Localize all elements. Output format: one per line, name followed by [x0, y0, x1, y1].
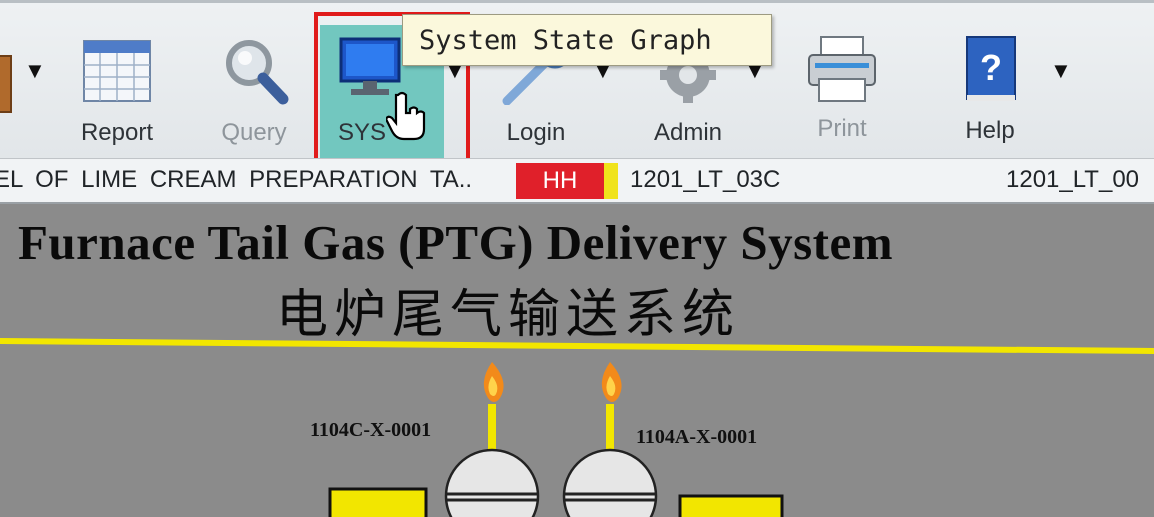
- alarm-tag: 1201_LT_03C: [630, 166, 781, 193]
- alarm-next-tag: 1201_LT_00: [1006, 166, 1140, 193]
- vessel-left: [444, 448, 540, 517]
- flare-stack-left: [483, 362, 504, 452]
- query-button[interactable]: Query: [208, 25, 300, 161]
- report-button-label: Report: [80, 119, 154, 146]
- partial-icon: [0, 55, 12, 113]
- process-graphic: Furnace Tail Gas (PTG) Delivery System 电…: [0, 204, 1154, 517]
- admin-button-label: Admin: [653, 119, 723, 146]
- alarm-description: EL OF LIME CREAM PREPARATION TA..: [0, 166, 473, 193]
- help-button-label: Help: [965, 117, 1015, 144]
- equipment-block-left: [328, 487, 428, 517]
- print-button[interactable]: Print: [796, 25, 888, 161]
- vessel-right: [562, 448, 658, 517]
- login-button-label: Login: [506, 119, 566, 146]
- report-button[interactable]: Report: [72, 25, 162, 161]
- equipment-tag-left: 1104C-X-0001: [310, 419, 432, 441]
- printer-icon: [808, 36, 876, 102]
- alarm-banner[interactable]: EL OF LIME CREAM PREPARATION TA.. HH 120…: [0, 158, 1154, 204]
- separator-line: [0, 338, 1154, 354]
- magnifier-icon: [226, 40, 289, 105]
- toolbar-button-partial[interactable]: [0, 25, 12, 161]
- svg-text:?: ?: [980, 47, 1002, 88]
- print-button-label: Print: [817, 115, 867, 142]
- help-button[interactable]: ? Help: [944, 25, 1036, 161]
- equipment-block-right: [678, 494, 784, 517]
- help-book-icon: ?: [966, 36, 1016, 101]
- dropdown-arrow-icon[interactable]: ▼: [1050, 58, 1072, 84]
- alarm-priority-strip: [604, 163, 618, 199]
- report-calendar-icon: [83, 40, 151, 102]
- equipment-tag-right: 1104A-X-0001: [636, 426, 758, 448]
- process-graphic-svg: [0, 338, 1154, 517]
- query-button-label: Query: [221, 119, 287, 146]
- dropdown-arrow-icon[interactable]: ▼: [24, 58, 46, 84]
- flare-stack-right: [601, 362, 622, 452]
- alarm-level-badge: HH: [516, 163, 604, 199]
- tooltip: System State Graph: [402, 14, 772, 66]
